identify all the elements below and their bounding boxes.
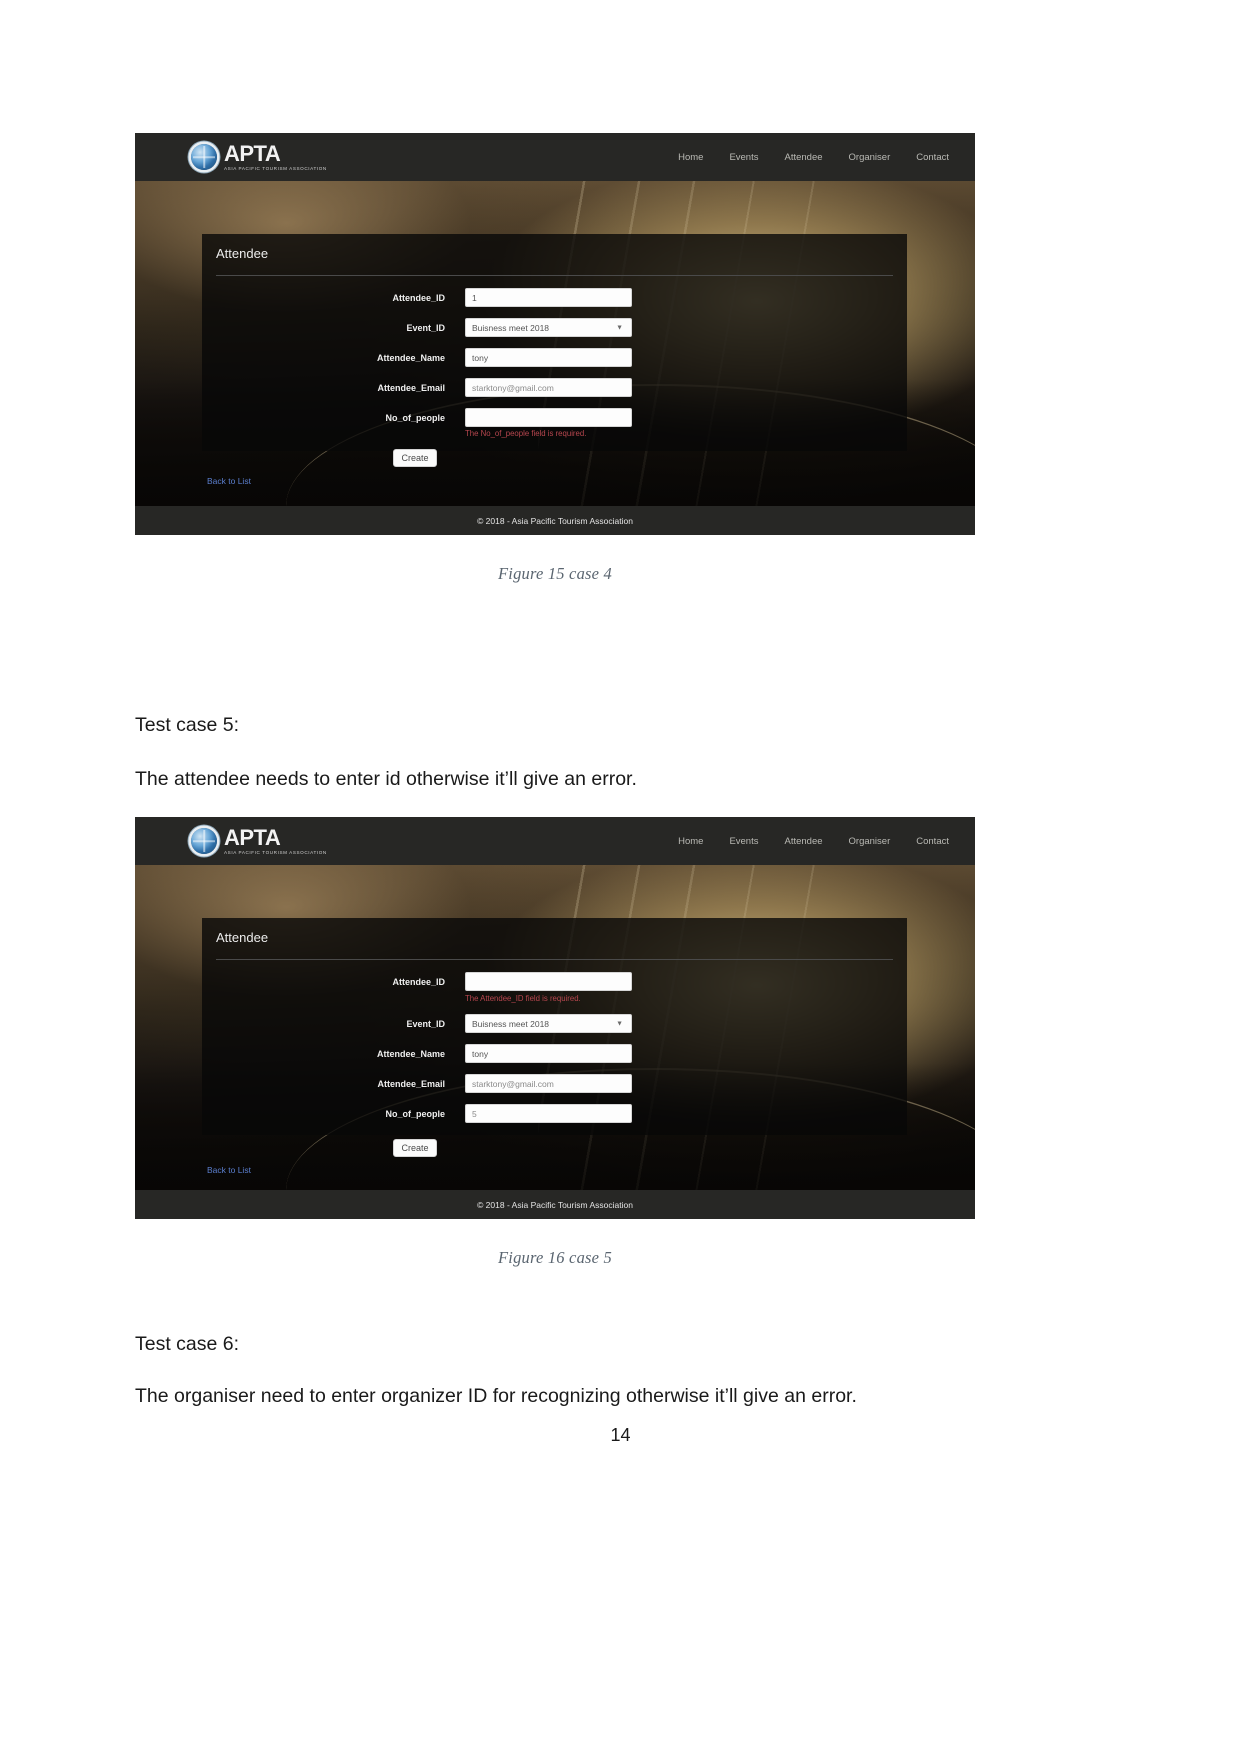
brand-name-2: APTA — [224, 824, 281, 850]
form-row-attendee-email: Attendee_Email starktony@gmail.com — [202, 378, 907, 397]
form-row-attendee-email-2: Attendee_Email starktony@gmail.com — [202, 1074, 907, 1093]
nav-item-home-2[interactable]: Home — [678, 836, 703, 847]
brand-texts: APTA ASIA PACIFIC TOURISM ASSOCIATION — [224, 140, 327, 172]
label-no-of-people: No_of_people — [385, 412, 445, 423]
label-attendee-name-2: Attendee_Name — [376, 1048, 445, 1059]
screenshot-figure-16: APTA ASIA PACIFIC TOURISM ASSOCIATION Ho… — [135, 817, 975, 1219]
label-attendee-name: Attendee_Name — [376, 352, 445, 363]
label-attendee-id-2: Attendee_ID — [392, 976, 445, 987]
nav-item-attendee[interactable]: Attendee — [784, 152, 822, 163]
body-test-case-5: The attendee needs to enter id otherwise… — [135, 768, 637, 790]
input-attendee-email-2[interactable]: starktony@gmail.com — [465, 1074, 632, 1093]
nav-item-home[interactable]: Home — [678, 152, 703, 163]
panel-title-2: Attendee — [216, 930, 269, 945]
hero-background-figure-15: Attendee Attendee_ID 1 Event_ID Buisness… — [135, 181, 975, 535]
create-button[interactable]: Create — [393, 449, 437, 467]
navbar-figure-16: APTA ASIA PACIFIC TOURISM ASSOCIATION Ho… — [135, 817, 975, 865]
label-attendee-email: Attendee_Email — [377, 382, 445, 393]
page-number: 14 — [610, 1425, 631, 1445]
nav-item-contact-2[interactable]: Contact — [916, 836, 949, 847]
input-attendee-id-2[interactable] — [465, 972, 632, 991]
form-row-attendee-name-2: Attendee_Name tony — [202, 1044, 907, 1063]
form-row-event-id: Event_ID Buisness meet 2018 ▼ — [202, 318, 907, 337]
brand-logo[interactable]: APTA ASIA PACIFIC TOURISM ASSOCIATION — [191, 140, 327, 172]
navbar-figure-15: APTA ASIA PACIFIC TOURISM ASSOCIATION Ho… — [135, 133, 975, 181]
body-test-case-6: The organiser need to enter organizer ID… — [135, 1385, 857, 1407]
panel-divider-2 — [216, 959, 893, 960]
validation-error-message: The No_of_people field is required. — [465, 429, 587, 438]
panel-divider — [216, 275, 893, 276]
label-no-of-people-2: No_of_people — [385, 1108, 445, 1119]
screenshot-figure-15: APTA ASIA PACIFIC TOURISM ASSOCIATION Ho… — [135, 133, 975, 535]
navbar-inner-2: APTA ASIA PACIFIC TOURISM ASSOCIATION Ho… — [135, 817, 975, 865]
select-event-id-2[interactable]: Buisness meet 2018 ▼ — [465, 1014, 632, 1033]
form-row-event-id-2: Event_ID Buisness meet 2018 ▼ — [202, 1014, 907, 1033]
caption-figure-15: Figure 15 case 4 — [498, 564, 612, 583]
footer-figure-15: © 2018 - Asia Pacific Tourism Associatio… — [135, 506, 975, 535]
select-event-id[interactable]: Buisness meet 2018 ▼ — [465, 318, 632, 337]
form-row-attendee-name: Attendee_Name tony — [202, 348, 907, 367]
nav-item-events-2[interactable]: Events — [729, 836, 758, 847]
select-event-id-value-2: Buisness meet 2018 — [472, 1018, 550, 1029]
navbar-inner: APTA ASIA PACIFIC TOURISM ASSOCIATION Ho… — [135, 133, 975, 181]
nav-links-2: Home Events Attendee Organiser Contact — [652, 836, 949, 847]
chevron-down-icon: ▼ — [616, 1020, 623, 1027]
footer-text-2: © 2018 - Asia Pacific Tourism Associatio… — [477, 1199, 633, 1210]
nav-item-events[interactable]: Events — [729, 152, 758, 163]
footer-figure-16: © 2018 - Asia Pacific Tourism Associatio… — [135, 1190, 975, 1219]
input-no-of-people[interactable] — [465, 408, 632, 427]
label-attendee-email-2: Attendee_Email — [377, 1078, 445, 1089]
nav-item-organiser[interactable]: Organiser — [849, 152, 891, 163]
nav-item-contact[interactable]: Contact — [916, 152, 949, 163]
attendee-form-panel-2: Attendee Attendee_ID The Attendee_ID fie… — [202, 918, 907, 1135]
globe-icon — [191, 144, 217, 170]
input-no-of-people-2[interactable]: 5 — [465, 1104, 632, 1123]
form-row-attendee-id: Attendee_ID 1 — [202, 288, 907, 307]
nav-item-attendee-2[interactable]: Attendee — [784, 836, 822, 847]
heading-test-case-5: Test case 5: — [135, 714, 240, 736]
label-event-id: Event_ID — [406, 322, 445, 333]
brand-tagline: ASIA PACIFIC TOURISM ASSOCIATION — [224, 165, 327, 171]
select-event-id-value: Buisness meet 2018 — [472, 322, 550, 333]
validation-error-message-2: The Attendee_ID field is required. — [465, 994, 581, 1003]
form-row-no-of-people: No_of_people — [202, 408, 907, 427]
brand-tagline-2: ASIA PACIFIC TOURISM ASSOCIATION — [224, 849, 327, 855]
input-attendee-name-2[interactable]: tony — [465, 1044, 632, 1063]
form-row-no-of-people-2: No_of_people 5 — [202, 1104, 907, 1123]
back-to-list-link[interactable]: Back to List — [207, 476, 251, 486]
label-event-id-2: Event_ID — [406, 1018, 445, 1029]
nav-item-organiser-2[interactable]: Organiser — [849, 836, 891, 847]
caption-figure-16: Figure 16 case 5 — [498, 1248, 612, 1267]
brand-texts-2: APTA ASIA PACIFIC TOURISM ASSOCIATION — [224, 824, 327, 856]
form-row-attendee-id-2: Attendee_ID — [202, 972, 907, 991]
nav-links: Home Events Attendee Organiser Contact — [652, 152, 949, 163]
input-attendee-id[interactable]: 1 — [465, 288, 632, 307]
input-attendee-email[interactable]: starktony@gmail.com — [465, 378, 632, 397]
input-attendee-name[interactable]: tony — [465, 348, 632, 367]
brand-name: APTA — [224, 140, 281, 166]
create-button-2[interactable]: Create — [393, 1139, 437, 1157]
label-attendee-id: Attendee_ID — [392, 292, 445, 303]
document-page: APTA ASIA PACIFIC TOURISM ASSOCIATION Ho… — [0, 0, 1241, 1754]
back-to-list-link-2[interactable]: Back to List — [207, 1165, 251, 1175]
globe-icon — [191, 828, 217, 854]
attendee-form-panel: Attendee Attendee_ID 1 Event_ID Buisness… — [202, 234, 907, 451]
chevron-down-icon: ▼ — [616, 324, 623, 331]
hero-background-figure-16: Attendee Attendee_ID The Attendee_ID fie… — [135, 865, 975, 1219]
brand-logo-2[interactable]: APTA ASIA PACIFIC TOURISM ASSOCIATION — [191, 824, 327, 856]
heading-test-case-6: Test case 6: — [135, 1333, 240, 1355]
footer-text: © 2018 - Asia Pacific Tourism Associatio… — [477, 515, 633, 526]
panel-title: Attendee — [216, 246, 269, 261]
